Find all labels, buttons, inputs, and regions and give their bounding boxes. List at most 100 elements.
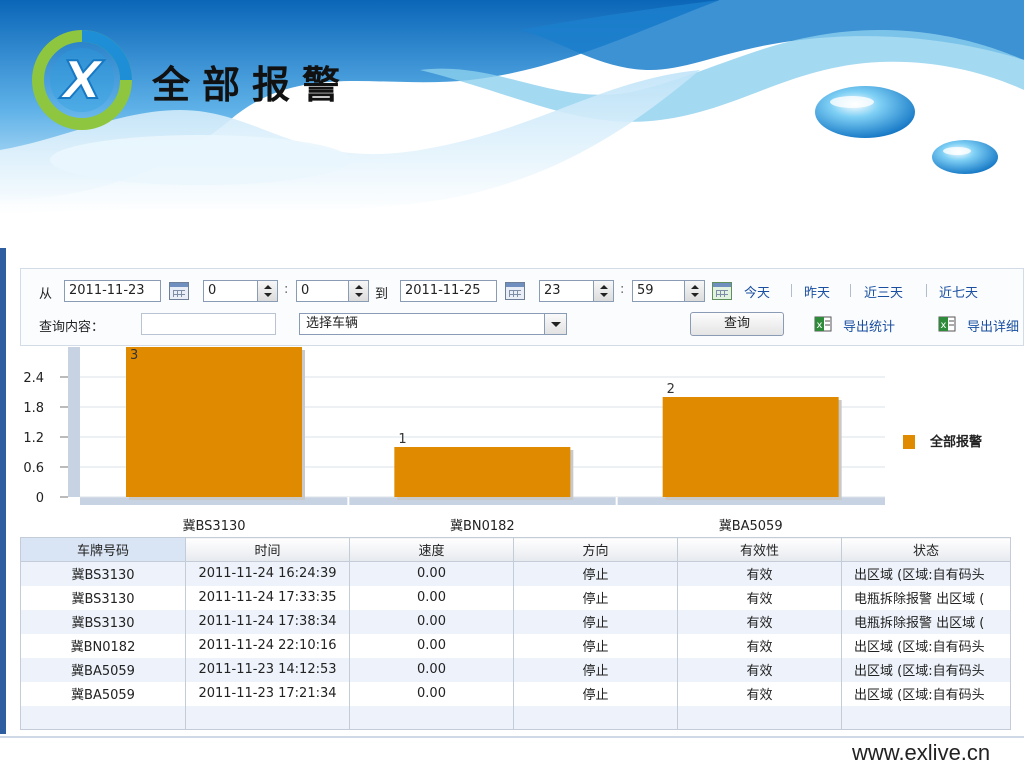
table-row[interactable]: 冀BS3130 2011-11-24 17:33:35 0.00 停止 有效 电瓶拆除报警… bbox=[20, 585, 1011, 610]
category-label: 冀BS3130 bbox=[182, 518, 245, 534]
divider bbox=[926, 284, 927, 297]
table-cell: 0.00 bbox=[349, 585, 514, 610]
column-header-status[interactable]: 状态 bbox=[841, 537, 1011, 562]
table-cell: 0.00 bbox=[349, 633, 514, 658]
table-cell bbox=[349, 705, 514, 730]
spin-arrows-icon[interactable] bbox=[593, 281, 613, 301]
start-minute-value: 0 bbox=[301, 283, 310, 298]
spin-arrows-icon[interactable] bbox=[684, 281, 704, 301]
table-cell: 2011-11-24 16:24:39 bbox=[185, 561, 350, 586]
alarm-bar-chart: 0 0.6 1.2 1.8 2.4 3 冀BS3130 1 冀BN0182 2 冀BA5059 全部报… bbox=[23, 347, 982, 534]
table-cell: 停止 bbox=[513, 585, 678, 610]
excel-icon[interactable]: x bbox=[814, 316, 832, 332]
table-cell: 电瓶拆除报警 出区域 ( bbox=[841, 609, 1011, 634]
divider bbox=[791, 284, 792, 297]
table-header-row: 车牌号码 时间 速度 方向 有效性 状态 bbox=[20, 537, 1011, 562]
y-tick-label: 1.8 bbox=[23, 401, 44, 416]
table-cell: 0.00 bbox=[349, 561, 514, 586]
data-label: 1 bbox=[398, 432, 406, 447]
excel-icon[interactable]: x bbox=[938, 316, 956, 332]
y-axis-band bbox=[68, 347, 80, 497]
legend-swatch bbox=[903, 435, 915, 449]
site-url: www.exlive.cn bbox=[852, 740, 991, 765]
quick-last7-link[interactable]: 近七天 bbox=[939, 282, 978, 301]
table-cell: 冀BS3130 bbox=[20, 585, 186, 610]
table-cell: 停止 bbox=[513, 609, 678, 634]
vehicle-select[interactable]: 选择车辆 bbox=[299, 313, 567, 335]
today-calendar-icon[interactable] bbox=[712, 282, 732, 300]
table-cell: 有效 bbox=[677, 609, 842, 634]
table-cell: 冀BS3130 bbox=[20, 561, 186, 586]
data-label: 2 bbox=[667, 382, 675, 397]
table-cell: 0.00 bbox=[349, 657, 514, 682]
column-header-plate[interactable]: 车牌号码 bbox=[20, 537, 186, 562]
table-cell: 停止 bbox=[513, 561, 678, 586]
svg-text:x: x bbox=[941, 320, 947, 331]
svg-text:X: X bbox=[59, 51, 105, 111]
table-cell: 停止 bbox=[513, 633, 678, 658]
banner-background bbox=[0, 0, 1024, 248]
table-cell: 出区域 (区域:自有码头 bbox=[841, 681, 1011, 706]
end-minute-stepper[interactable]: 59 bbox=[632, 280, 705, 302]
table-cell: 0.00 bbox=[349, 609, 514, 634]
column-header-speed[interactable]: 速度 bbox=[349, 537, 514, 562]
vehicle-select-value: 选择车辆 bbox=[306, 316, 359, 331]
footer-divider bbox=[0, 736, 1024, 738]
column-header-time[interactable]: 时间 bbox=[185, 537, 350, 562]
table-cell: 出区域 (区域:自有码头 bbox=[841, 561, 1011, 586]
from-label: 从 bbox=[39, 287, 53, 302]
start-minute-stepper[interactable]: 0 bbox=[296, 280, 369, 302]
export-detail-link[interactable]: 导出详细 bbox=[967, 316, 1019, 335]
end-hour-value: 23 bbox=[544, 283, 561, 298]
data-label: 3 bbox=[130, 348, 138, 363]
y-tick-label: 2.4 bbox=[23, 371, 44, 386]
alarm-table: 车牌号码 时间 速度 方向 有效性 状态 冀BS3130 2011-11-24 1… bbox=[20, 537, 1011, 730]
filter-panel: 从 2011-11-23 0 : 0 到 2011-11-25 23 : 59 … bbox=[20, 268, 1024, 346]
query-input[interactable] bbox=[141, 313, 276, 335]
table-row[interactable]: 冀BA5059 2011-11-23 17:21:34 0.00 停止 有效 出区域 (区… bbox=[20, 681, 1011, 706]
calendar-icon[interactable] bbox=[169, 282, 189, 300]
table-row[interactable]: 冀BS3130 2011-11-24 16:24:39 0.00 停止 有效 出区域 (区… bbox=[20, 561, 1011, 586]
quick-today-link[interactable]: 今天 bbox=[744, 282, 770, 301]
table-cell: 冀BA5059 bbox=[20, 681, 186, 706]
table-cell bbox=[677, 705, 842, 730]
start-hour-value: 0 bbox=[208, 283, 217, 298]
column-header-direction[interactable]: 方向 bbox=[513, 537, 678, 562]
table-cell: 冀BA5059 bbox=[20, 657, 186, 682]
table-cell: 0.00 bbox=[349, 681, 514, 706]
table-cell: 有效 bbox=[677, 561, 842, 586]
calendar-icon[interactable] bbox=[505, 282, 525, 300]
table-cell: 冀BN0182 bbox=[20, 633, 186, 658]
end-hour-stepper[interactable]: 23 bbox=[539, 280, 614, 302]
table-row[interactable]: 冀BS3130 2011-11-24 17:38:34 0.00 停止 有效 电瓶拆除报警… bbox=[20, 609, 1011, 634]
chevron-down-icon[interactable] bbox=[544, 314, 566, 334]
to-label: 到 bbox=[375, 287, 389, 302]
end-date-input[interactable]: 2011-11-25 bbox=[400, 280, 497, 302]
table-cell: 有效 bbox=[677, 681, 842, 706]
quick-yesterday-link[interactable]: 昨天 bbox=[804, 282, 830, 301]
svg-text:x: x bbox=[817, 320, 823, 331]
column-header-validity[interactable]: 有效性 bbox=[677, 537, 842, 562]
y-tick-label: 1.2 bbox=[23, 431, 44, 446]
spin-arrows-icon[interactable] bbox=[348, 281, 368, 301]
table-cell: 2011-11-24 22:10:16 bbox=[185, 633, 350, 658]
bar[interactable] bbox=[394, 447, 571, 497]
y-tick-label: 0.6 bbox=[23, 461, 44, 476]
spin-arrows-icon[interactable] bbox=[257, 281, 277, 301]
quick-last3-link[interactable]: 近三天 bbox=[864, 282, 903, 301]
table-row[interactable]: 冀BN0182 2011-11-24 22:10:16 0.00 停止 有效 出区域 (区… bbox=[20, 633, 1011, 658]
start-date-input[interactable]: 2011-11-23 bbox=[64, 280, 161, 302]
time-colon: : bbox=[620, 282, 625, 297]
start-hour-stepper[interactable]: 0 bbox=[203, 280, 278, 302]
table-cell: 冀BS3130 bbox=[20, 609, 186, 634]
export-stats-link[interactable]: 导出统计 bbox=[843, 316, 895, 335]
table-cell: 有效 bbox=[677, 657, 842, 682]
table-cell: 2011-11-23 14:12:53 bbox=[185, 657, 350, 682]
bar[interactable] bbox=[126, 347, 302, 497]
table-cell bbox=[20, 705, 186, 730]
table-row-empty bbox=[20, 705, 1011, 730]
search-button[interactable]: 查询 bbox=[690, 312, 784, 336]
bar[interactable] bbox=[662, 397, 839, 497]
table-row[interactable]: 冀BA5059 2011-11-23 14:12:53 0.00 停止 有效 出区域 (区… bbox=[20, 657, 1011, 682]
table-cell: 有效 bbox=[677, 633, 842, 658]
